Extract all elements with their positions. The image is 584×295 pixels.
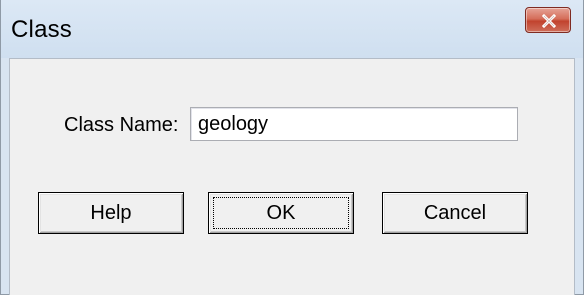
ok-button-label: OK xyxy=(266,202,296,224)
ok-button[interactable]: OK xyxy=(208,192,354,234)
cancel-button[interactable]: Cancel xyxy=(382,192,528,234)
close-button[interactable] xyxy=(525,7,571,33)
class-name-label: Class Name: xyxy=(64,114,179,136)
window-title: Class xyxy=(11,16,73,43)
help-button[interactable]: Help xyxy=(38,192,184,234)
class-dialog-window: Class Class Name: geology Help OK Cancel xyxy=(0,0,584,295)
class-name-input[interactable]: geology xyxy=(190,107,518,141)
dialog-body: Class Name: geology Help OK Cancel xyxy=(9,58,575,295)
title-bar[interactable]: Class xyxy=(1,0,583,58)
close-icon xyxy=(542,14,556,28)
